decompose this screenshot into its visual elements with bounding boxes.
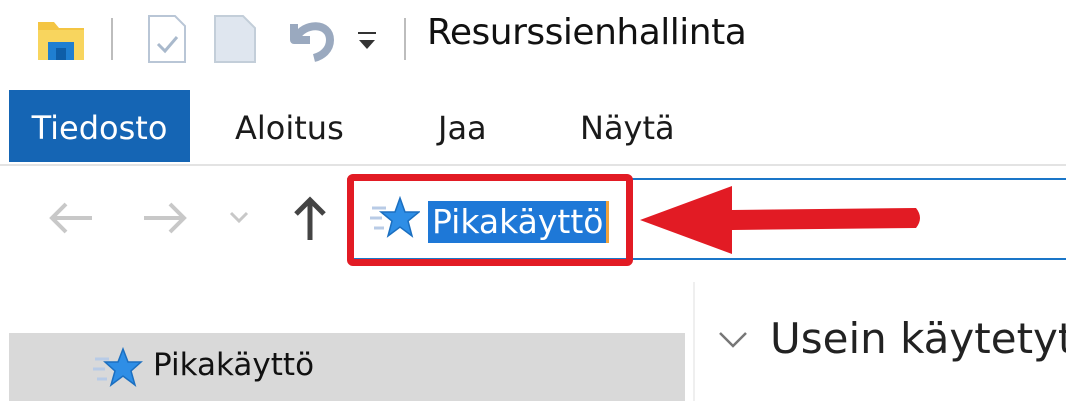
folder-icon[interactable] bbox=[36, 16, 86, 62]
title-bar: Resurssienhallinta bbox=[0, 0, 1066, 86]
customize-dropdown-icon[interactable] bbox=[356, 30, 380, 52]
properties-icon[interactable] bbox=[146, 14, 188, 64]
section-header-frequent[interactable]: Usein käytetyt bbox=[770, 314, 1066, 363]
tab-share[interactable]: Jaa bbox=[438, 90, 487, 162]
annotation-arrow bbox=[640, 186, 920, 254]
chevron-down-icon[interactable] bbox=[716, 328, 750, 352]
new-folder-icon[interactable] bbox=[213, 14, 257, 64]
undo-icon[interactable] bbox=[286, 10, 340, 64]
nav-pane-item-label: Pikakäyttö bbox=[153, 347, 315, 383]
tab-view[interactable]: Näytä bbox=[580, 90, 675, 162]
tab-file[interactable]: Tiedosto bbox=[9, 90, 190, 162]
quick-access-star-icon bbox=[93, 347, 143, 387]
window-title: Resurssienhallinta bbox=[427, 12, 747, 53]
forward-arrow-icon[interactable] bbox=[140, 196, 192, 240]
up-arrow-icon[interactable] bbox=[290, 194, 330, 244]
recent-locations-chevron-icon[interactable] bbox=[228, 208, 250, 226]
ribbon-tabs: Tiedosto Aloitus Jaa Näytä bbox=[0, 90, 1066, 166]
pane-splitter[interactable] bbox=[693, 282, 695, 401]
annotation-highlight-box bbox=[347, 174, 633, 266]
toolbar-separator bbox=[111, 18, 113, 60]
tab-home[interactable]: Aloitus bbox=[235, 90, 344, 162]
back-arrow-icon[interactable] bbox=[44, 196, 96, 240]
toolbar-separator bbox=[404, 18, 406, 60]
